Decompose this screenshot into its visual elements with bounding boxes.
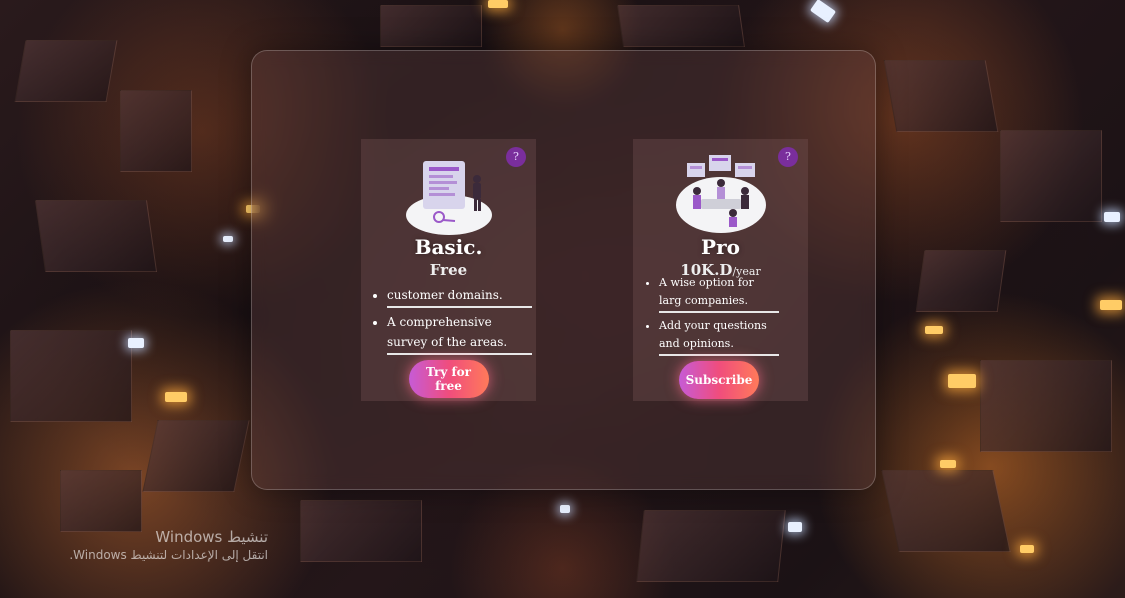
plan-card-basic: ? Basic. Free customer domains. A compre…: [361, 139, 536, 401]
question-icon[interactable]: ?: [506, 147, 526, 167]
feature-item: Add your questions and opinions.: [659, 317, 779, 356]
activation-title: تنشيط Windows: [155, 528, 268, 546]
analytics-illustration: [405, 161, 492, 235]
feature-item: A wise option for larg companies.: [659, 274, 779, 313]
subscribe-button[interactable]: Subscribe: [679, 361, 759, 399]
feature-list: customer domains. A comprehensive survey…: [365, 285, 532, 359]
plan-card-pro: ? Pro 10K.D/year A wise option for larg …: [633, 139, 808, 401]
feature-item: customer domains.: [387, 285, 532, 308]
feature-item: A comprehensive survey of the areas.: [387, 312, 532, 355]
team-illustration: [675, 155, 766, 233]
plan-title: Basic.: [414, 235, 483, 259]
plan-price: Free: [429, 261, 468, 279]
question-icon[interactable]: ?: [778, 147, 798, 167]
windows-activation-watermark: تنشيط Windows انتقل إلى الإعدادات لتنشيط…: [58, 528, 268, 562]
feature-list: A wise option for larg companies. Add yo…: [637, 274, 779, 360]
plan-title: Pro: [701, 235, 740, 259]
activation-subtitle: انتقل إلى الإعدادات لتنشيط Windows.: [69, 548, 268, 562]
try-for-free-button[interactable]: Try for free: [408, 360, 489, 398]
